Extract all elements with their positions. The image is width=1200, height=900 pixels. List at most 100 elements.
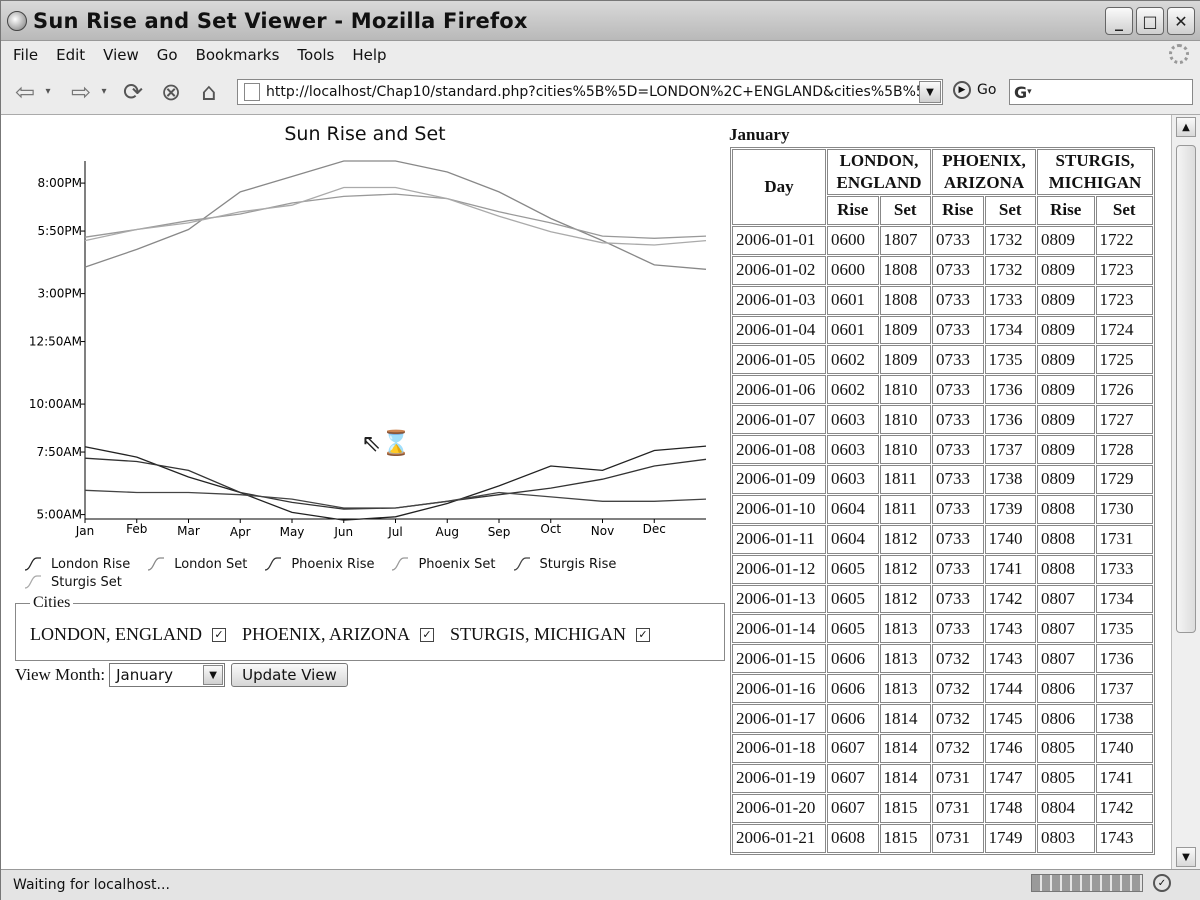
minimize-button[interactable]: _ xyxy=(1105,7,1133,35)
back-button[interactable]: ⇦ xyxy=(9,76,41,108)
menu-view[interactable]: View xyxy=(103,46,139,64)
day-cell: 2006-01-12 xyxy=(732,554,826,584)
rise-cell: 0733 xyxy=(932,584,984,614)
menu-help[interactable]: Help xyxy=(352,46,386,64)
chart-legend: London Rise London Set Phoenix Rise Phoenix… xyxy=(23,555,723,591)
view-month-label: View Month: xyxy=(15,665,106,684)
rise-cell: 0731 xyxy=(932,763,984,793)
table-row: 2006-01-06 0602 1810 0733 1736 0809 1726 xyxy=(732,375,1153,405)
y-tick-label: 3:00PM xyxy=(37,287,82,301)
rise-cell: 0733 xyxy=(932,435,984,465)
day-cell: 2006-01-05 xyxy=(732,345,826,375)
rise-cell: 0809 xyxy=(1037,345,1095,375)
month-select-value: January xyxy=(116,666,173,684)
menu-tools[interactable]: Tools xyxy=(297,46,334,64)
title-bar: Sun Rise and Set Viewer - Mozilla Firefo… xyxy=(1,1,1200,41)
rise-cell: 0607 xyxy=(827,763,879,793)
rise-cell: 0806 xyxy=(1037,674,1095,704)
set-cell: 1723 xyxy=(1095,285,1153,315)
stop-button[interactable]: ⊗ xyxy=(155,76,187,108)
menu-file[interactable]: File xyxy=(13,46,38,64)
rise-cell: 0809 xyxy=(1037,285,1095,315)
scrollbar-thumb[interactable] xyxy=(1176,145,1196,633)
legend-item: London Set xyxy=(146,555,247,573)
set-cell: 1732 xyxy=(984,225,1036,255)
y-tick-label: 5:00AM xyxy=(36,508,82,522)
forward-history-dropdown-icon[interactable]: ▾ xyxy=(97,76,111,108)
chevron-down-icon[interactable]: ▼ xyxy=(203,665,224,685)
back-history-dropdown-icon[interactable]: ▾ xyxy=(41,76,55,108)
city-checkbox-sturgis[interactable]: ✓ xyxy=(636,627,650,642)
day-cell: 2006-01-21 xyxy=(732,823,826,853)
city-checkbox-london[interactable]: ✓ xyxy=(211,627,226,642)
menu-bookmarks[interactable]: Bookmarks xyxy=(196,46,280,64)
rise-cell: 0732 xyxy=(932,734,984,763)
busy-cursor-icon: ⇖⌛ xyxy=(361,429,411,457)
home-button[interactable]: ⌂ xyxy=(193,76,225,108)
day-cell: 2006-01-15 xyxy=(732,644,826,674)
rise-cell: 0808 xyxy=(1037,554,1095,584)
day-cell: 2006-01-06 xyxy=(732,375,826,405)
table-row: 2006-01-10 0604 1811 0733 1739 0808 1730 xyxy=(732,494,1153,524)
set-cell: 1812 xyxy=(879,554,931,584)
rise-cell: 0733 xyxy=(932,225,984,255)
set-cell: 1813 xyxy=(879,614,931,644)
set-cell: 1732 xyxy=(984,255,1036,285)
rise-cell: 0733 xyxy=(932,405,984,435)
chart-title: Sun Rise and Set xyxy=(284,123,446,145)
y-tick-label: 10:00AM xyxy=(29,397,82,411)
x-tick-label: Feb xyxy=(126,522,147,536)
rise-cell: 0602 xyxy=(827,345,879,375)
rise-cell: 0731 xyxy=(932,793,984,823)
close-button[interactable]: ✕ xyxy=(1167,7,1195,35)
vertical-scrollbar[interactable]: ▲ ▼ xyxy=(1171,115,1200,869)
legend-label: Phoenix Set xyxy=(418,556,496,572)
scroll-down-icon[interactable]: ▼ xyxy=(1176,847,1196,867)
y-tick-label: 7:50AM xyxy=(36,445,82,459)
menu-edit[interactable]: Edit xyxy=(56,46,85,64)
day-cell: 2006-01-19 xyxy=(732,763,826,793)
set-cell: 1810 xyxy=(879,435,931,465)
table-row: 2006-01-17 0606 1814 0732 1745 0806 1738 xyxy=(732,704,1153,734)
set-header: Set xyxy=(984,196,1036,225)
go-arrow-icon: ▶ xyxy=(953,81,971,99)
maximize-button[interactable]: □ xyxy=(1136,7,1164,35)
address-url[interactable]: http://localhost/Chap10/standard.php?cit… xyxy=(266,84,921,100)
rise-cell: 0604 xyxy=(827,494,879,524)
address-dropdown-icon[interactable]: ▼ xyxy=(919,81,941,103)
legend-item: London Rise xyxy=(23,555,130,573)
set-cell: 1734 xyxy=(984,315,1036,345)
update-view-button[interactable]: Update View xyxy=(231,663,348,687)
day-cell: 2006-01-20 xyxy=(732,793,826,823)
rise-cell: 0605 xyxy=(827,614,879,644)
menu-go[interactable]: Go xyxy=(157,46,178,64)
reload-button[interactable]: ⟳ xyxy=(117,76,149,108)
city-checkbox-row: LONDON, ENGLAND ✓ PHOENIX, ARIZONA ✓ STU… xyxy=(30,624,666,645)
rise-cell: 0809 xyxy=(1037,255,1095,285)
forward-button[interactable]: ⇨ xyxy=(65,76,97,108)
month-select[interactable]: January ▼ xyxy=(109,663,226,687)
status-text: Waiting for localhost... xyxy=(13,877,170,893)
legend-item: Phoenix Set xyxy=(390,555,496,573)
search-input[interactable]: G ▾ xyxy=(1009,79,1193,105)
go-button[interactable]: ▶ Go xyxy=(953,81,996,99)
address-bar[interactable]: http://localhost/Chap10/standard.php?cit… xyxy=(237,79,943,105)
scroll-up-icon[interactable]: ▲ xyxy=(1176,117,1196,137)
table-row: 2006-01-19 0607 1814 0731 1747 0805 1741 xyxy=(732,763,1153,793)
table-row: 2006-01-21 0608 1815 0731 1749 0803 1743 xyxy=(732,823,1153,853)
table-row: 2006-01-16 0606 1813 0732 1744 0806 1737 xyxy=(732,674,1153,704)
set-cell: 1723 xyxy=(1095,255,1153,285)
activity-throbber-icon xyxy=(1169,44,1189,64)
rise-cell: 0804 xyxy=(1037,793,1095,823)
rise-cell: 0809 xyxy=(1037,405,1095,435)
rise-cell: 0805 xyxy=(1037,763,1095,793)
rise-header: Rise xyxy=(932,196,984,225)
sun-times-table: Day LONDON, ENGLAND PHOENIX, ARIZONA STU… xyxy=(730,147,1155,855)
city-checkbox-phoenix[interactable]: ✓ xyxy=(419,627,434,642)
set-cell: 1729 xyxy=(1095,465,1153,494)
day-cell: 2006-01-09 xyxy=(732,465,826,494)
legend-swatch-icon xyxy=(265,557,282,571)
x-tick-label: Jul xyxy=(387,525,402,539)
go-label: Go xyxy=(977,82,997,98)
table-row: 2006-01-09 0603 1811 0733 1738 0809 1729 xyxy=(732,465,1153,494)
